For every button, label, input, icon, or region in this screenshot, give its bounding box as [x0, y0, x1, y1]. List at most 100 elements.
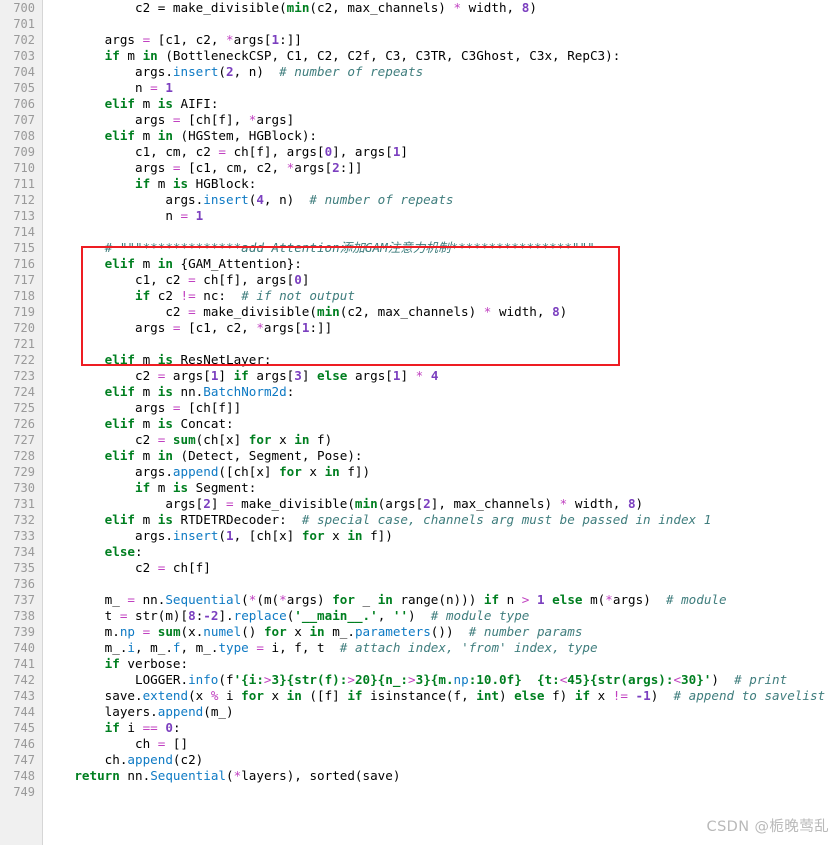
code-line[interactable]: LOGGER.info(f'{i:>3}{str(f):>20}{n_:>3}{…	[44, 672, 787, 688]
code-line[interactable]: args.append([ch[x] for x in f])	[44, 464, 370, 480]
code-token: args)	[286, 592, 333, 607]
code-token: m	[135, 128, 158, 143]
code-line[interactable]: elif m is nn.BatchNorm2d:	[44, 384, 295, 400]
code-token: ]	[210, 496, 226, 511]
code-token: ]	[301, 272, 310, 287]
code-token: insert	[203, 192, 249, 207]
code-line[interactable]: elif m in (Detect, Segment, Pose):	[44, 448, 363, 464]
code-token: f])	[339, 464, 371, 479]
code-line[interactable]: args = [ch[f]]	[44, 400, 241, 416]
line-number: 717	[13, 273, 35, 287]
code-line[interactable]: if c2 != nc: # if not output	[44, 288, 355, 304]
code-editor[interactable]: 700 701 702 703 704 705 706 707 708 709 710 711 712 7…	[0, 0, 837, 845]
line-number: 702	[13, 33, 35, 47]
code-line[interactable]: c2 = args[1] if args[3] else args[1] * 4	[44, 368, 438, 384]
line-number: 705	[13, 81, 35, 95]
code-token: :]]	[339, 160, 363, 175]
code-token: m_	[44, 592, 128, 607]
code-token: m_.	[324, 624, 355, 639]
code-line[interactable]: return nn.Sequential(*layers), sorted(sa…	[44, 768, 400, 784]
code-token: '{i:	[233, 672, 264, 687]
code-token: for	[248, 432, 272, 447]
code-line[interactable]: args.insert(1, [ch[x] for x in f])	[44, 528, 393, 544]
code-line[interactable]: args.insert(4, n) # number of repeats	[44, 192, 453, 208]
code-token: insert	[172, 528, 219, 543]
code-line[interactable]: c2 = sum(ch[x] for x in f)	[44, 432, 332, 448]
code-token: for	[263, 624, 287, 639]
code-line[interactable]: if i == 0:	[44, 720, 181, 736]
code-line[interactable]: elif m is Concat:	[44, 416, 234, 432]
code-line[interactable]: if m is HGBlock:	[44, 176, 256, 192]
code-line[interactable]: if verbose:	[44, 656, 188, 672]
code-line[interactable]: elif m in (HGStem, HGBlock):	[44, 128, 317, 144]
code-token: if	[135, 176, 151, 191]
code-token: :	[286, 384, 295, 399]
code-line[interactable]: c1, cm, c2 = ch[f], args[0], args[1]	[44, 144, 408, 160]
code-token: elif	[104, 96, 136, 111]
code-token: nn.	[135, 592, 166, 607]
code-token: layers), sorted(save)	[241, 768, 401, 783]
code-line[interactable]: n = 1	[44, 80, 173, 96]
line-number: 732	[13, 513, 35, 527]
code-line[interactable]: args = [c1, cm, c2, *args[2:]]	[44, 160, 363, 176]
code-token: -1	[635, 688, 651, 703]
code-token: )	[635, 496, 644, 511]
code-token: make_divisible(	[195, 304, 317, 319]
code-token: f])	[362, 528, 393, 543]
code-line[interactable]: args = [ch[f], *args]	[44, 112, 294, 128]
code-line[interactable]: t = str(m)[8:-2].replace('__main__.', ''…	[44, 608, 530, 624]
code-token: # attach index, 'from' index, type	[339, 640, 598, 655]
code-line[interactable]: args.insert(2, n) # number of repeats	[44, 64, 423, 80]
code-line[interactable]: # """*************add Attention添加GAM注意力机…	[44, 240, 595, 256]
code-token: , m_.	[135, 640, 173, 655]
code-token: 4	[256, 192, 264, 207]
code-token: (BottleneckCSP, C1, C2, C2f, C3, C3TR, C…	[157, 48, 621, 63]
code-token: in	[157, 256, 173, 271]
code-line[interactable]: elif m is RTDETRDecoder: # special case,…	[44, 512, 712, 528]
code-token: args	[44, 32, 143, 47]
code-line[interactable]: c1, c2 = ch[f], args[0]	[44, 272, 309, 288]
code-line[interactable]: save.extend(x % i for x in ([f] if isins…	[44, 688, 825, 704]
code-line[interactable]: elif m is AIFI:	[44, 96, 219, 112]
code-token: width,	[567, 496, 628, 511]
code-line[interactable]: c2 = ch[f]	[44, 560, 211, 576]
code-content-area[interactable]: c2 = make_divisible(min(c2, max_channels…	[44, 0, 837, 845]
code-line[interactable]: args = [c1, c2, *args[1:]]	[44, 32, 302, 48]
code-line[interactable]: args[2] = make_divisible(min(args[2], ma…	[44, 496, 643, 512]
code-line[interactable]: if m is Segment:	[44, 480, 256, 496]
code-token: ch[f], args[	[225, 144, 325, 159]
code-token: *	[605, 592, 613, 607]
code-token: extend	[142, 688, 189, 703]
code-line[interactable]: else:	[44, 544, 143, 560]
line-number: 701	[13, 17, 35, 31]
code-token: in	[377, 592, 393, 607]
code-line[interactable]: n = 1	[44, 208, 203, 224]
code-token: 4	[430, 368, 439, 383]
code-token: elif	[104, 384, 136, 399]
code-line[interactable]: args = [c1, c2, *args[1:]]	[44, 320, 332, 336]
line-number: 745	[13, 721, 35, 735]
code-token: t	[44, 608, 120, 623]
code-line[interactable]: m.np = sum(x.numel() for x in m_.paramet…	[44, 624, 583, 640]
code-line[interactable]: elif m in {GAM_Attention}:	[44, 256, 302, 272]
code-line[interactable]: ch = []	[44, 736, 188, 752]
code-line[interactable]: ch.append(c2)	[44, 752, 204, 768]
code-line[interactable]: c2 = make_divisible(min(c2, max_channels…	[44, 0, 537, 16]
code-line[interactable]: m_ = nn.Sequential(*(m(*args) for _ in r…	[44, 592, 727, 608]
code-line[interactable]: if m in (BottleneckCSP, C1, C2, C2f, C3,…	[44, 48, 621, 64]
code-token: # if not output	[241, 288, 355, 303]
code-token: *	[279, 592, 287, 607]
code-token: # print	[734, 672, 788, 687]
code-line[interactable]: layers.append(m_)	[44, 704, 234, 720]
code-line[interactable]: elif m is ResNetLayer:	[44, 352, 272, 368]
code-token: c2	[44, 432, 158, 447]
code-token: 8	[552, 304, 560, 319]
line-number: 729	[13, 465, 35, 479]
code-token: # special case, channels arg must be pas…	[301, 512, 712, 527]
code-token: is	[172, 480, 189, 495]
code-line[interactable]: m_.i, m_.f, m_.type = i, f, t # attach i…	[44, 640, 598, 656]
code-token: 8	[627, 496, 636, 511]
code-line[interactable]: c2 = make_divisible(min(c2, max_channels…	[44, 304, 567, 320]
code-token: c2 =	[44, 0, 173, 15]
